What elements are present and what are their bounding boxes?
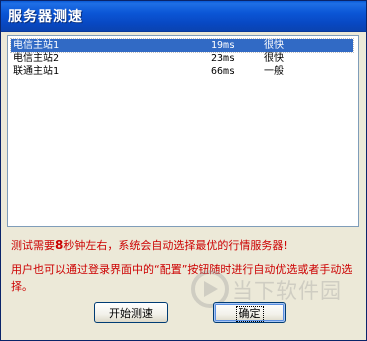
notice-suffix: 秒钟左右，系统会自动选择最优的行情服务器! bbox=[63, 239, 288, 252]
ok-button-label: 确定 bbox=[235, 306, 264, 322]
start-test-button[interactable]: 开始测速 bbox=[94, 302, 168, 323]
window-title: 服务器测速 bbox=[8, 9, 83, 25]
server-row[interactable]: 电信主站2 23ms 很快 bbox=[11, 52, 353, 65]
server-ping: 23ms bbox=[211, 53, 236, 64]
server-ping: 19ms bbox=[211, 40, 236, 51]
server-name: 电信主站1 bbox=[13, 40, 60, 51]
server-list[interactable]: 电信主站1 19ms 很快 电信主站2 23ms 很快 联通主站1 66ms 一… bbox=[7, 35, 359, 227]
manual-config-notice: 用户也可以通过登录界面中的“配置”按钮随时进行自动优选或者手动选择。 bbox=[11, 263, 353, 293]
server-quality: 很快 bbox=[264, 53, 284, 64]
notice-prefix: 测试需要 bbox=[11, 239, 55, 252]
server-row[interactable]: 联通主站1 66ms 一般 bbox=[11, 65, 353, 78]
server-name: 联通主站1 bbox=[13, 66, 60, 77]
server-quality: 一般 bbox=[264, 66, 284, 77]
title-bar[interactable]: 服务器测速 bbox=[1, 1, 366, 32]
speed-test-dialog: 服务器测速 电信主站1 19ms 很快 电信主站2 23ms 很快 联通主站1 … bbox=[0, 0, 367, 341]
server-ping: 66ms bbox=[211, 66, 236, 77]
server-quality: 很快 bbox=[264, 40, 284, 51]
test-duration-notice: 测试需要8秒钟左右，系统会自动选择最优的行情服务器! bbox=[11, 237, 356, 253]
server-row[interactable]: 电信主站1 19ms 很快 bbox=[10, 38, 354, 53]
server-name: 电信主站2 bbox=[13, 53, 60, 64]
ok-button[interactable]: 确定 bbox=[213, 302, 286, 323]
